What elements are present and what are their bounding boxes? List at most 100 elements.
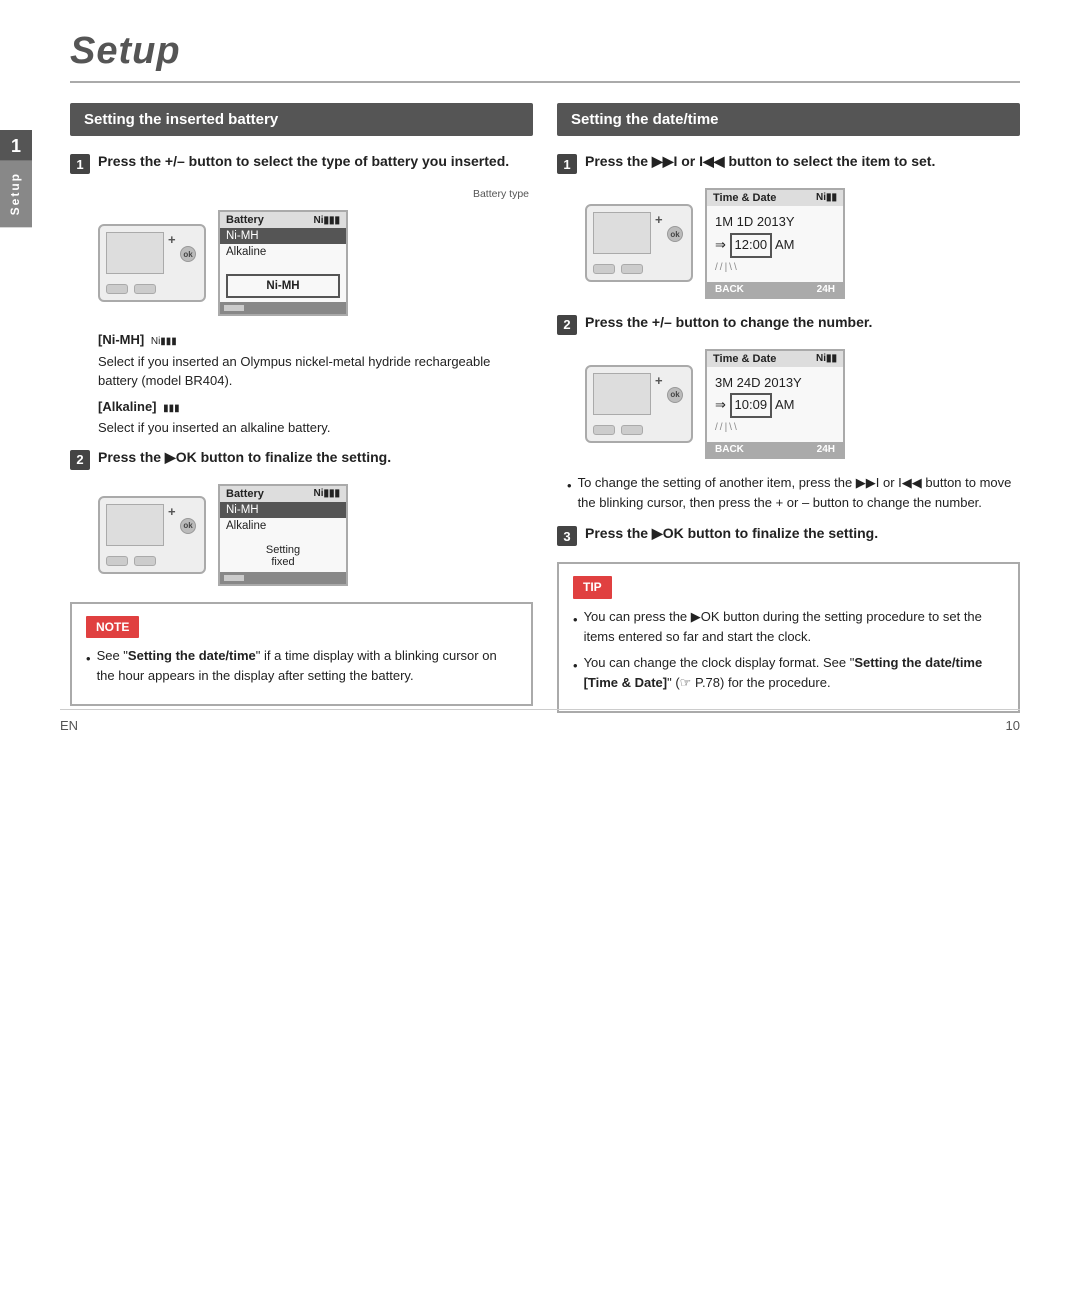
page-wrapper: Setup 1 Setup Setting the inserted batte… (0, 0, 1080, 753)
right-step2-illus-area: ok + Time & Date Ni▮▮ (585, 349, 1020, 460)
menu-bottom-1 (220, 302, 346, 314)
camera-illustration-3: ok + (585, 204, 693, 282)
side-tab: Setup (0, 160, 32, 227)
td-battery-2: Ni▮▮ (816, 353, 837, 365)
camera-plus-4: + (655, 373, 663, 388)
td-battery-1: Ni▮▮ (816, 192, 837, 204)
right-step-3-num: 3 (557, 526, 577, 546)
camera-illustration-4: ok + (585, 365, 693, 443)
camera-ok-btn-1: ok (180, 246, 196, 262)
page-title: Setup (70, 30, 1020, 73)
left-step-2-text: Press the ▶OK button to finalize the set… (98, 448, 391, 468)
td-body-1: 1M 1D 2013Y ⇒ 12:00 AM //|\\ (707, 206, 843, 282)
right-step1-illus-area: ok + Time & Date Ni▮▮ (585, 188, 1020, 299)
left-step-2: 2 Press the ▶OK button to finalize the s… (70, 448, 533, 470)
left-step-1-num: 1 (70, 154, 90, 174)
camera-plus-1: + (168, 232, 176, 247)
camera-bottom-btns-3 (593, 264, 643, 274)
change-note: • To change the setting of another item,… (567, 473, 1020, 512)
cam-btn-rect-5 (593, 264, 615, 274)
battery-icon-1: Ni▮▮▮ (313, 215, 340, 226)
note-text: See "Setting the date/time" if a time di… (97, 646, 517, 686)
td-back-2: BACK (715, 444, 744, 455)
title-rule (70, 81, 1020, 83)
td-arrows-2: //|\\ (715, 420, 835, 436)
step2-illustration: ok + Battery Ni▮▮▮ Ni-MH Alkalin (98, 484, 533, 586)
menu-header-2: Battery Ni▮▮▮ (220, 486, 346, 502)
menu-title-2: Battery (226, 488, 264, 500)
td-screen-2: Time & Date Ni▮▮ 3M 24D 2013Y ⇒ 10:09 AM (705, 349, 845, 460)
camera-bottom-btns-4 (593, 425, 643, 435)
menu-progress-2 (224, 575, 244, 581)
alkaline-term-block: [Alkaline] ▮▮▮ Select if you inserted an… (98, 397, 533, 438)
right-step-1: 1 Press the ▶▶I or I◀◀ button to select … (557, 152, 1020, 174)
battery-type-area: Battery type ok + (98, 188, 533, 316)
camera-plus-3: + (655, 212, 663, 227)
td-24h-1: 24H (817, 284, 835, 295)
menu-row-nimh-1: Ni-MH (220, 228, 346, 244)
camera-ok-btn-2: ok (180, 518, 196, 534)
camera-screen-3 (593, 212, 651, 254)
camera-plus-2: + (168, 504, 176, 519)
td-title-1: Time & Date (713, 192, 776, 204)
td-header-2: Time & Date Ni▮▮ (707, 351, 843, 367)
camera-bottom-btns-2 (106, 556, 156, 566)
page-footer: EN 10 (60, 709, 1020, 733)
nimh-term: [Ni-MH] (98, 332, 144, 347)
menu-progress-1 (224, 305, 244, 311)
menu-row-alkaline-2: Alkaline (220, 518, 346, 534)
tip-item-2: • You can change the clock display forma… (573, 653, 1004, 693)
right-section-header: Setting the date/time (557, 103, 1020, 136)
nimh-term-block: [Ni-MH] Ni▮▮▮ Select if you inserted an … (98, 330, 533, 391)
right-step-1-text: Press the ▶▶I or I◀◀ button to select th… (585, 152, 935, 172)
alkaline-desc-text: Select if you inserted an alkaline batte… (98, 418, 533, 438)
footer-lang: EN (60, 718, 78, 733)
td-footer-1: BACK 24H (707, 282, 843, 297)
menu-row-alkaline-1: Alkaline (220, 244, 346, 260)
td-date-row-1: 1M 1D 2013Y (715, 212, 835, 233)
left-step-1: 1 Press the +/– button to select the typ… (70, 152, 533, 174)
battery-icon-2: Ni▮▮▮ (313, 488, 340, 499)
camera-screen-4 (593, 373, 651, 415)
cam-btn-rect-6 (621, 264, 643, 274)
tip-text-2: You can change the clock display format.… (584, 653, 1004, 693)
tip-box: TIP • You can press the ▶OK button durin… (557, 562, 1020, 713)
td-time-highlight-1: 12:00 (730, 233, 773, 258)
td-arrows-1: //|\\ (715, 260, 835, 276)
cam-btn-rect-7 (593, 425, 615, 435)
alkaline-term: [Alkaline] (98, 399, 157, 414)
right-step-3: 3 Press the ▶OK button to finalize the s… (557, 524, 1020, 546)
menu-row-highlighted-1: Ni-MH (226, 274, 340, 298)
td-header-1: Time & Date Ni▮▮ (707, 190, 843, 206)
battery-type-label: Battery type (98, 188, 529, 200)
tip-bullet-1: • (573, 610, 578, 630)
camera-ok-btn-4: ok (667, 387, 683, 403)
change-note-dot: • (567, 476, 572, 496)
nimh-desc-text: Select if you inserted an Olympus nickel… (98, 352, 533, 391)
tip-item-1: • You can press the ▶OK button during th… (573, 607, 1004, 647)
left-step-1-text: Press the +/– button to select the type … (98, 152, 509, 172)
cam-btn-rect-2 (134, 284, 156, 294)
menu-setting-fixed: Setting fixed (220, 540, 346, 572)
footer-page: 10 (1006, 718, 1020, 733)
td-body-2: 3M 24D 2013Y ⇒ 10:09 AM //|\\ (707, 367, 843, 443)
td-screen-1: Time & Date Ni▮▮ 1M 1D 2013Y ⇒ 12:00 AM (705, 188, 845, 299)
step2-illus-area: ok + Battery Ni▮▮▮ Ni-MH Alkalin (98, 484, 533, 586)
note-box: NOTE • See "Setting the date/time" if a … (70, 602, 533, 707)
right-column: Setting the date/time 1 Press the ▶▶I or… (557, 103, 1020, 713)
camera-bottom-btns-1 (106, 284, 156, 294)
right-step-2-text: Press the +/– button to change the numbe… (585, 313, 872, 333)
tip-bullet-2: • (573, 656, 578, 676)
side-number: 1 (0, 130, 32, 163)
nimh-icon-display: Ni▮▮▮ (151, 336, 177, 347)
left-column: Setting the inserted battery 1 Press the… (70, 103, 533, 713)
cam-btn-rect-8 (621, 425, 643, 435)
td-footer-2: BACK 24H (707, 442, 843, 457)
td-time-row-2: ⇒ 10:09 AM (715, 393, 835, 418)
battery-menu-screen-2: Battery Ni▮▮▮ Ni-MH Alkaline Setting fix… (218, 484, 348, 586)
alkaline-icon-display: ▮▮▮ (163, 403, 180, 414)
menu-bottom-2 (220, 572, 346, 584)
two-col-layout: Setting the inserted battery 1 Press the… (70, 103, 1020, 713)
tip-label: TIP (573, 576, 612, 599)
change-note-text: To change the setting of another item, p… (578, 473, 1020, 512)
